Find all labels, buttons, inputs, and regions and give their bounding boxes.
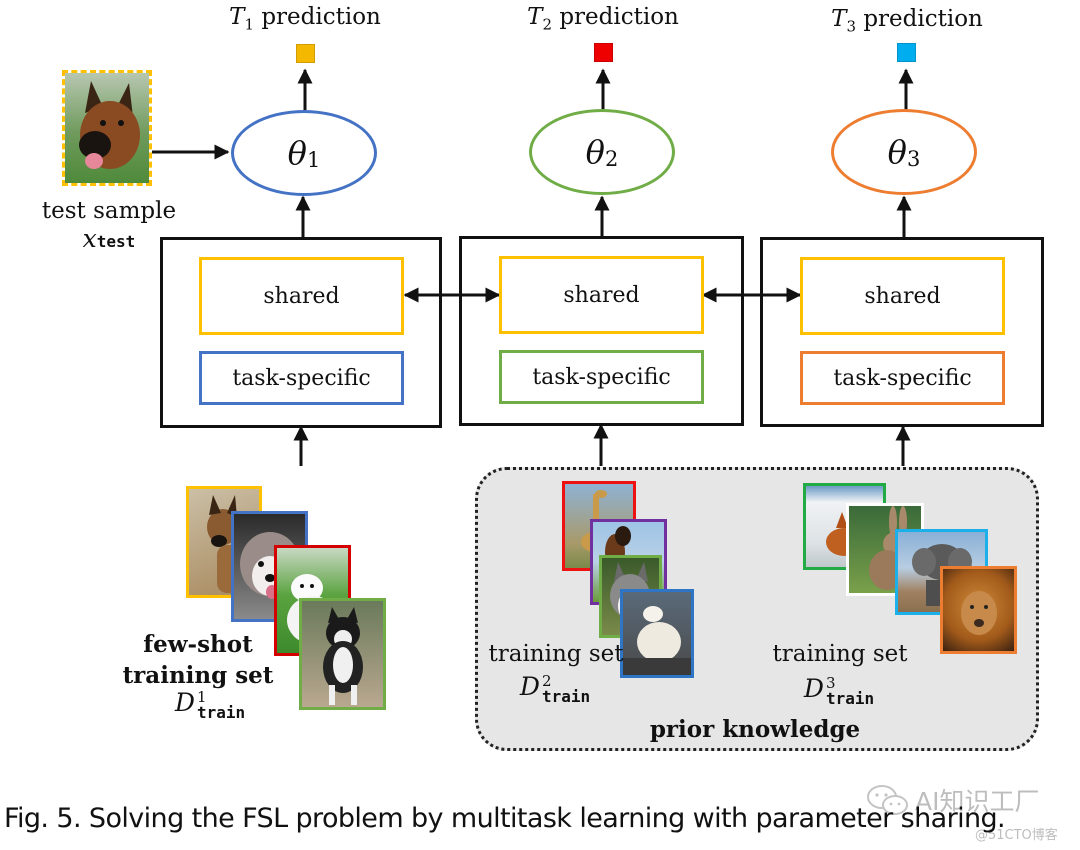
- test-sample-label: test sample: [41, 198, 177, 224]
- theta2-model-node: θ2: [529, 109, 675, 195]
- theta3-model-node: θ3: [831, 109, 977, 195]
- prior-set2-math: D 2 train: [519, 671, 591, 706]
- fewshot-math-label: D 1 train: [174, 687, 246, 722]
- shared-label: shared: [864, 283, 941, 309]
- test-sample-image: [62, 70, 152, 186]
- task2-shared-block: shared: [499, 256, 704, 334]
- theta1-model-node: θ1: [231, 110, 377, 196]
- task-specific-label: task-specific: [833, 365, 972, 391]
- task3-specific-block: task-specific: [800, 351, 1005, 405]
- prior-set3-image-4: [940, 566, 1017, 654]
- task2-specific-block: task-specific: [499, 350, 704, 404]
- t2-prediction-square: [594, 43, 613, 62]
- prior-set2-image-4: [620, 589, 694, 678]
- german-shepherd-photo: [65, 73, 149, 183]
- task3-shared-block: shared: [800, 257, 1005, 335]
- shared-label: shared: [263, 283, 340, 309]
- task-specific-label: task-specific: [232, 365, 371, 391]
- prior-set3-label: training set: [772, 641, 908, 667]
- fewshot-image-4: [299, 598, 386, 710]
- t3-prediction-square: [897, 43, 916, 62]
- prior-set2-label: training set: [488, 641, 624, 667]
- t1-prediction-label: T1 prediction: [229, 4, 381, 34]
- t1-prediction-square: [296, 44, 315, 63]
- fewshot-label-line2: training set: [122, 662, 274, 689]
- task1-specific-block: task-specific: [199, 351, 404, 405]
- task-specific-label: task-specific: [532, 364, 671, 390]
- shared-label: shared: [563, 282, 640, 308]
- test-sample-math: xtest: [82, 224, 136, 253]
- theta3-label: θ3: [887, 133, 921, 171]
- fewshot-label-line1: few-shot: [143, 631, 253, 658]
- prior-set3-math: D 3 train: [803, 673, 875, 708]
- theta1-label: θ1: [287, 134, 321, 172]
- t2-prediction-label: T2 prediction: [527, 4, 679, 34]
- task1-shared-block: shared: [199, 257, 404, 335]
- t3-prediction-label: T3 prediction: [831, 6, 983, 36]
- prior-knowledge-label: prior knowledge: [649, 716, 861, 743]
- figure-caption: Fig. 5. Solving the FSL problem by multi…: [4, 803, 1006, 834]
- theta2-label: θ2: [585, 133, 619, 171]
